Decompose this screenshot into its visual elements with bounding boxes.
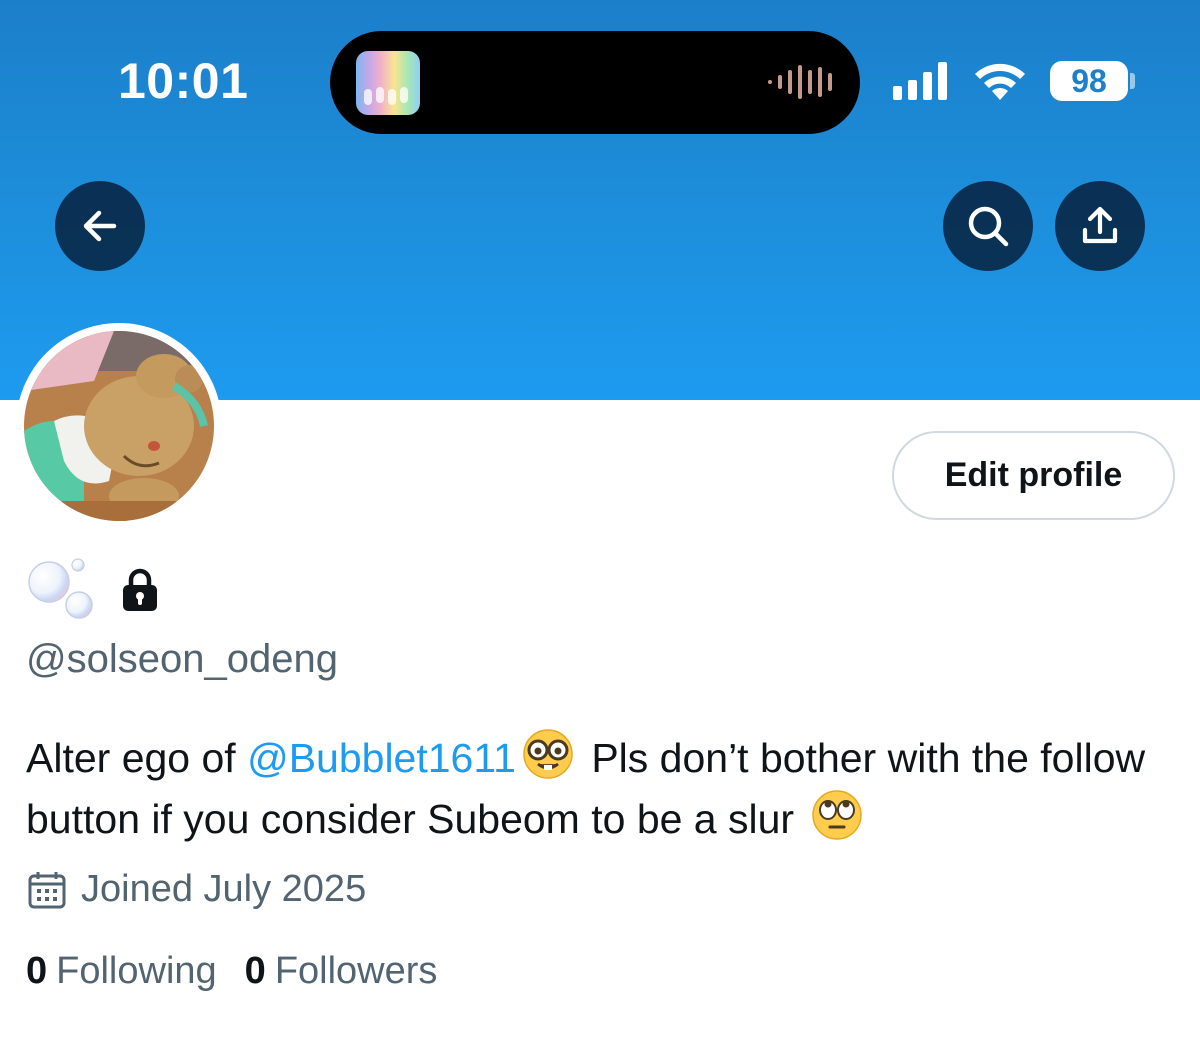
display-name (27, 557, 159, 623)
battery-cap (1130, 73, 1135, 89)
following-link[interactable]: 0 Following (26, 950, 217, 993)
calendar-icon (28, 871, 66, 908)
followers-label: Followers (274, 950, 438, 992)
follow-stats: 0 Following 0 Followers (26, 950, 465, 993)
audio-waveform-icon (768, 65, 832, 99)
avatar-image (24, 331, 214, 521)
bio-text-1: Alter ego of (26, 735, 248, 781)
joined-date: Joined July 2025 (27, 868, 366, 911)
battery-icon: 98 (1050, 61, 1128, 101)
edit-profile-button[interactable]: Edit profile (892, 431, 1175, 520)
search-button[interactable] (943, 181, 1033, 271)
followers-link[interactable]: 0 Followers (245, 950, 438, 993)
profile-bio: Alter ego of @Bubblet1611 Pls don’t both… (26, 728, 1176, 850)
album-art-icon (356, 51, 420, 115)
dynamic-island[interactable] (330, 31, 860, 134)
status-time: 10:01 (118, 53, 249, 109)
followers-count: 0 (244, 950, 266, 992)
search-icon (968, 206, 1009, 247)
bio-mention-link[interactable]: @Bubblet1611 (247, 735, 516, 781)
profile-handle: @solseon_odeng (26, 637, 338, 681)
lock-icon (123, 568, 157, 611)
joined-text: Joined July 2025 (81, 868, 367, 910)
following-label: Following (56, 950, 217, 992)
eye-roll-emoji-icon (812, 790, 863, 840)
following-count: 0 (26, 950, 48, 992)
cellular-signal-icon (893, 62, 947, 100)
share-button[interactable] (1055, 181, 1145, 271)
nerd-face-emoji-icon (523, 729, 573, 779)
wifi-icon (975, 63, 1025, 100)
share-icon (1082, 206, 1118, 244)
back-button[interactable] (55, 181, 145, 271)
profile-avatar[interactable] (16, 323, 222, 529)
arrow-left-icon (83, 210, 117, 242)
bubbles-emoji-icon (28, 558, 93, 619)
